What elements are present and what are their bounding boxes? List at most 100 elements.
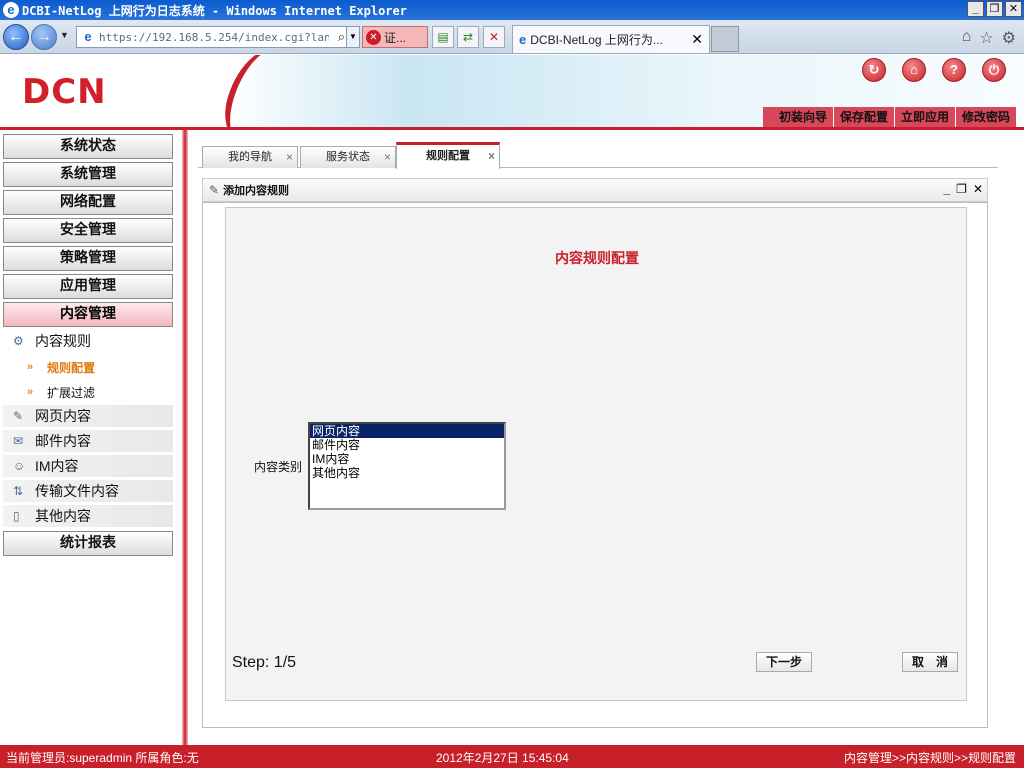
home-icon[interactable]: ⌂ (962, 28, 972, 48)
close-tab-icon[interactable]: × (488, 145, 495, 167)
help-circle-icon[interactable]: ? (942, 58, 966, 82)
content-category-label: 内容类别 (254, 460, 303, 474)
sidebar-app-management[interactable]: 应用管理 (3, 274, 173, 299)
close-tab-icon[interactable]: × (384, 147, 391, 167)
content-category-listbox[interactable]: 网页内容 邮件内容 IM内容 其他内容 (308, 422, 506, 510)
sidebar-content-management[interactable]: 内容管理 (3, 302, 173, 327)
sidebar-item-web-content[interactable]: ✎ 网页内容 (3, 405, 173, 427)
panel-close-icon[interactable]: ✕ (973, 182, 983, 196)
sidebar-item-label: 传输文件内容 (35, 483, 119, 499)
sidebar-item-label: 内容规则 (35, 333, 91, 349)
refresh-circle-icon[interactable]: ↻ (862, 58, 886, 82)
tab-label: 我的导航 (228, 151, 272, 163)
document-icon: ▯ (13, 509, 20, 523)
im-users-icon: ☺ (13, 459, 26, 473)
compat-view-icon[interactable]: ▤ (432, 26, 454, 48)
listbox-option[interactable]: IM内容 (310, 452, 504, 466)
panel-body: 内容规则配置 内容类别 网页内容 邮件内容 IM内容 其他内容 Step: 1/… (202, 202, 988, 728)
form-title: 内容规则配置 (555, 251, 639, 267)
refresh-icon[interactable]: ⇄ (457, 26, 479, 48)
sidebar-item-content-rule[interactable]: ⚙ 内容规则 (3, 330, 173, 352)
listbox-option[interactable]: 邮件内容 (310, 438, 504, 452)
sidebar-item-mail-content[interactable]: ✉ 邮件内容 (3, 430, 173, 452)
sidebar-leaf-label: 扩展过滤 (47, 385, 96, 400)
certificate-error-button[interactable]: ✕ 证... (362, 26, 428, 48)
tab-favicon-icon: e (519, 32, 527, 47)
stop-icon[interactable]: ✕ (483, 26, 505, 48)
sidebar-item-label: 网页内容 (35, 408, 91, 424)
tab-my-navigation[interactable]: 我的导航 × (202, 146, 298, 168)
header-menu: 初装向导 保存配置 立即应用 修改密码 (762, 107, 1016, 127)
window-title-bar: e DCBI-NetLog 上网行为日志系统 - Windows Interne… (0, 0, 1024, 20)
arrow-right-icon: » (27, 361, 34, 373)
logout-circle-icon[interactable]: ⏻ (982, 58, 1006, 82)
tab-label: 服务状态 (326, 151, 370, 163)
address-dropdown-icon[interactable]: ▼ (346, 27, 359, 47)
close-tab-icon[interactable]: × (286, 147, 293, 167)
sidebar: 系统状态 系统管理 网络配置 安全管理 策略管理 应用管理 内容管理 ⚙ 内容规… (0, 130, 182, 745)
favorites-star-icon[interactable]: ☆ (979, 28, 993, 48)
address-url[interactable]: https://192.168.5.254/index.cgi?lang=z (99, 31, 329, 44)
menu-save-config[interactable]: 保存配置 (832, 107, 894, 127)
address-bar[interactable]: e https://192.168.5.254/index.cgi?lang=z… (76, 26, 360, 48)
tab-service-status[interactable]: 服务状态 × (300, 146, 396, 168)
close-tab-icon[interactable]: ✕ (691, 31, 703, 48)
listbox-option[interactable]: 网页内容 (310, 424, 504, 438)
sidebar-item-label: 其他内容 (35, 508, 91, 524)
new-tab-button[interactable] (711, 26, 739, 52)
step-indicator: Step: 1/5 (232, 654, 297, 671)
cancel-button[interactable]: 取 消 (902, 652, 958, 672)
rule-form: 内容规则配置 内容类别 网页内容 邮件内容 IM内容 其他内容 Step: 1/… (225, 207, 967, 701)
menu-apply-now[interactable]: 立即应用 (893, 107, 955, 127)
home-circle-icon[interactable]: ⌂ (902, 58, 926, 82)
sidebar-statistics-report[interactable]: 统计报表 (3, 531, 173, 556)
file-transfer-icon: ⇅ (13, 484, 24, 498)
ie-logo-icon: e (3, 2, 19, 18)
menu-change-password[interactable]: 修改密码 (954, 107, 1016, 127)
browser-tab-title: DCBI-NetLog 上网行为... (530, 33, 663, 47)
status-bar: 当前管理员:superadmin 所属角色:无 2012年2月27日 15:45… (0, 745, 1024, 768)
sidebar-leaf-rule-config[interactable]: » 规则配置 (3, 356, 173, 378)
tools-gear-icon[interactable]: ⚙ (1002, 28, 1016, 48)
sidebar-item-im-content[interactable]: ☺ IM内容 (3, 455, 173, 477)
status-admin: 当前管理员:superadmin 所属角色:无 (6, 751, 199, 765)
sidebar-leaf-label: 规则配置 (47, 360, 96, 375)
header-swoosh-decoration (216, 55, 304, 127)
history-dropdown-icon[interactable]: ▼ (60, 30, 70, 42)
dcn-logo: DCN (22, 72, 107, 112)
sidebar-security-management[interactable]: 安全管理 (3, 218, 173, 243)
forward-button[interactable]: → (31, 24, 57, 50)
sidebar-item-other-content[interactable]: ▯ 其他内容 (3, 505, 173, 527)
listbox-option[interactable]: 其他内容 (310, 466, 504, 480)
sidebar-network-config[interactable]: 网络配置 (3, 190, 173, 215)
minimize-button[interactable]: _ (967, 1, 984, 17)
sidebar-system-status[interactable]: 系统状态 (3, 134, 173, 159)
maximize-button[interactable]: ❐ (986, 1, 1003, 17)
sidebar-item-label: IM内容 (35, 458, 79, 474)
sidebar-leaf-extended-filter[interactable]: » 扩展过滤 (3, 381, 173, 403)
main-content: 我的导航 × 服务状态 × 规则配置 × ✎ 添加内容规则 _ ❐ ✕ 内容规则… (188, 130, 1024, 745)
arrow-right-icon: » (27, 386, 34, 398)
app-header: DCN ↻ ⌂ ? ⏻ 初装向导 保存配置 立即应用 修改密码 (0, 55, 1024, 127)
menu-setup-wizard[interactable]: 初装向导 (773, 107, 833, 127)
tab-rule-config[interactable]: 规则配置 × (396, 142, 500, 169)
close-window-button[interactable]: ✕ (1005, 1, 1022, 17)
status-breadcrumb: 内容管理>>内容规则>>规则配置 (843, 751, 1016, 765)
next-step-button[interactable]: 下一步 (756, 652, 812, 672)
sidebar-item-file-transfer-content[interactable]: ⇅ 传输文件内容 (3, 480, 173, 502)
search-icon[interactable]: ⌕ (338, 29, 345, 45)
sidebar-system-management[interactable]: 系统管理 (3, 162, 173, 187)
back-button[interactable]: ← (3, 24, 29, 50)
edit-pencil-icon: ✎ (209, 183, 220, 197)
tab-label: 规则配置 (426, 150, 470, 162)
mail-icon: ✉ (13, 434, 24, 448)
browser-toolbar: ← → ▼ e https://192.168.5.254/index.cgi?… (0, 20, 1024, 54)
status-datetime: 2012年2月27日 15:45:04 (436, 751, 569, 765)
panel-minimize-icon[interactable]: _ (943, 182, 950, 196)
window-title: DCBI-NetLog 上网行为日志系统 - Windows Internet … (22, 3, 407, 18)
rule-gear-icon: ⚙ (13, 334, 24, 348)
sidebar-policy-management[interactable]: 策略管理 (3, 246, 173, 271)
panel-restore-icon[interactable]: ❐ (956, 182, 967, 196)
sidebar-item-label: 邮件内容 (35, 433, 91, 449)
browser-tab[interactable]: e DCBI-NetLog 上网行为... ✕ (512, 25, 710, 53)
